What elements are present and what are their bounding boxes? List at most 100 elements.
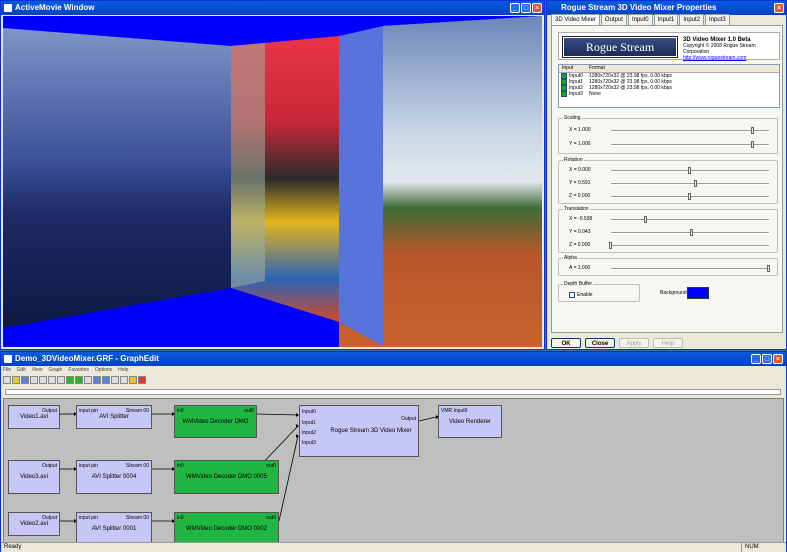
- output-pin[interactable]: out0: [266, 463, 276, 469]
- menu-help[interactable]: Help: [118, 366, 128, 374]
- trans-z-slider[interactable]: [609, 242, 769, 249]
- insert-filter-icon[interactable]: [102, 376, 110, 384]
- save-icon[interactable]: [21, 376, 29, 384]
- scale-x-slider[interactable]: [611, 127, 769, 134]
- paste-icon[interactable]: [57, 376, 65, 384]
- new-icon[interactable]: [3, 376, 11, 384]
- ge-maximize-button[interactable]: □: [762, 354, 772, 364]
- filter-wmvideo-decoder[interactable]: in0 out0 WMVideo Decoder DMO: [174, 405, 257, 438]
- connect-icon[interactable]: [111, 376, 119, 384]
- dialog-close-button[interactable]: ×: [774, 3, 784, 13]
- activemovie-titlebar[interactable]: ActiveMovie Window _ □ ×: [1, 1, 544, 15]
- enable-checkbox[interactable]: [569, 292, 575, 298]
- slider-thumb[interactable]: [643, 216, 647, 223]
- seek-bar[interactable]: [5, 389, 781, 395]
- input-pin[interactable]: input pin: [79, 463, 98, 469]
- filter-video3[interactable]: Output Video3.avi: [8, 460, 60, 494]
- input-pin[interactable]: Input0: [302, 409, 316, 415]
- graphedit-titlebar[interactable]: Demo_3DVideoMixer.GRF - GraphEdit _ □ ×: [1, 352, 786, 366]
- print-icon[interactable]: [30, 376, 38, 384]
- refresh-icon[interactable]: [120, 376, 128, 384]
- scale-y-slider[interactable]: [611, 141, 769, 148]
- help-icon[interactable]: [129, 376, 137, 384]
- tab-input0[interactable]: Input0: [627, 14, 653, 25]
- tab-strip: 3D Video Mixer Output Input0 Input1 Inpu…: [551, 14, 731, 26]
- apply-button[interactable]: Apply: [619, 338, 649, 348]
- about-icon[interactable]: [138, 376, 146, 384]
- slider-thumb[interactable]: [689, 229, 693, 236]
- input-pin[interactable]: Input3: [302, 440, 316, 446]
- slider-thumb[interactable]: [767, 265, 770, 272]
- output-pin[interactable]: Output: [42, 463, 57, 469]
- alpha-slider[interactable]: [611, 265, 770, 272]
- menu-options[interactable]: Options: [95, 366, 112, 374]
- cut-icon[interactable]: [39, 376, 47, 384]
- minimize-button[interactable]: _: [510, 3, 520, 13]
- ge-minimize-button[interactable]: _: [751, 354, 761, 364]
- background-color-button[interactable]: [687, 287, 709, 299]
- column-format[interactable]: Format: [586, 65, 605, 72]
- input3-checkbox[interactable]: [561, 91, 567, 97]
- menu-edit[interactable]: Edit: [17, 366, 26, 374]
- output-pin[interactable]: Stream 00: [126, 463, 149, 469]
- input-pin[interactable]: in0: [177, 408, 184, 414]
- slider-thumb[interactable]: [694, 180, 698, 187]
- filter-video-renderer[interactable]: VMR Input0 Video Renderer: [438, 405, 502, 438]
- rot-y-slider[interactable]: [611, 180, 769, 187]
- rot-x-slider[interactable]: [611, 167, 769, 174]
- stop-icon[interactable]: [84, 376, 92, 384]
- tab-output[interactable]: Output: [600, 14, 627, 25]
- seek-icon[interactable]: [93, 376, 101, 384]
- slider-thumb[interactable]: [751, 141, 755, 148]
- help-button[interactable]: Help: [653, 338, 683, 348]
- input-pin[interactable]: in0: [177, 515, 184, 521]
- ok-button[interactable]: OK: [551, 338, 581, 348]
- slider-thumb[interactable]: [609, 242, 612, 249]
- copy-icon[interactable]: [48, 376, 56, 384]
- slider-thumb[interactable]: [688, 167, 691, 174]
- ge-close-button[interactable]: ×: [773, 354, 783, 364]
- trans-x-slider[interactable]: [611, 216, 769, 223]
- maximize-button[interactable]: □: [521, 3, 531, 13]
- input-pin[interactable]: in0: [177, 463, 184, 469]
- filter-avi-splitter[interactable]: input pin Stream 00 AVI Splitter: [76, 405, 152, 429]
- menu-file[interactable]: File: [3, 366, 11, 374]
- output-pin[interactable]: out0: [266, 515, 276, 521]
- filter-name: Video1.avi: [20, 414, 48, 420]
- input-pin[interactable]: Input1: [302, 420, 316, 426]
- close-dialog-button[interactable]: Close: [585, 338, 615, 348]
- column-input[interactable]: Input: [559, 65, 586, 72]
- input-pin[interactable]: VMR Input0: [441, 408, 467, 414]
- tab-input2[interactable]: Input2: [679, 14, 704, 25]
- filter-avi-splitter-0001[interactable]: input pin Stream 00 AVI Splitter 0001: [76, 512, 152, 543]
- slider-thumb[interactable]: [688, 193, 691, 200]
- app-icon: [4, 4, 12, 12]
- slider-thumb[interactable]: [751, 127, 755, 134]
- filter-avi-splitter-0004[interactable]: input pin Stream 00 AVI Splitter 0004: [76, 460, 152, 494]
- filter-3d-video-mixer[interactable]: Input0 Input1 Input2 Input3 Output Rogue…: [299, 405, 419, 457]
- filter-wmvideo-decoder-0005[interactable]: in0 out0 WMVideo Decoder DMO 0005: [174, 460, 279, 494]
- filter-wmvideo-decoder-0002[interactable]: in0 out0 WMVideo Decoder DMO 0002: [174, 512, 279, 543]
- filter-video2[interactable]: Output Video2.avi: [8, 512, 60, 536]
- menu-view[interactable]: View: [32, 366, 43, 374]
- menu-graph[interactable]: Graph: [48, 366, 62, 374]
- filter-video1[interactable]: Output Video1.avi: [8, 405, 60, 429]
- pause-icon[interactable]: [75, 376, 83, 384]
- list-item[interactable]: Input3 None: [559, 91, 779, 97]
- input-pin[interactable]: input pin: [79, 515, 98, 521]
- output-pin[interactable]: Output: [401, 416, 416, 422]
- trans-y-slider[interactable]: [611, 229, 769, 236]
- properties-titlebar[interactable]: Rogue Stream 3D Video Mixer Properties ×: [547, 1, 786, 15]
- menu-favorites[interactable]: Favorites: [68, 366, 89, 374]
- output-pin[interactable]: Stream 00: [126, 515, 149, 521]
- play-icon[interactable]: [66, 376, 74, 384]
- tab-input3[interactable]: Input3: [705, 14, 730, 25]
- close-button[interactable]: ×: [532, 3, 542, 13]
- tab-input1[interactable]: Input1: [653, 14, 679, 25]
- open-icon[interactable]: [12, 376, 20, 384]
- output-pin[interactable]: out0: [244, 408, 254, 414]
- rot-z-slider[interactable]: [611, 193, 769, 200]
- input-pin[interactable]: Input2: [302, 430, 316, 436]
- website-link[interactable]: http://www.roguestream.com: [683, 55, 779, 61]
- graphedit-window: Demo_3DVideoMixer.GRF - GraphEdit _ □ × …: [0, 351, 787, 552]
